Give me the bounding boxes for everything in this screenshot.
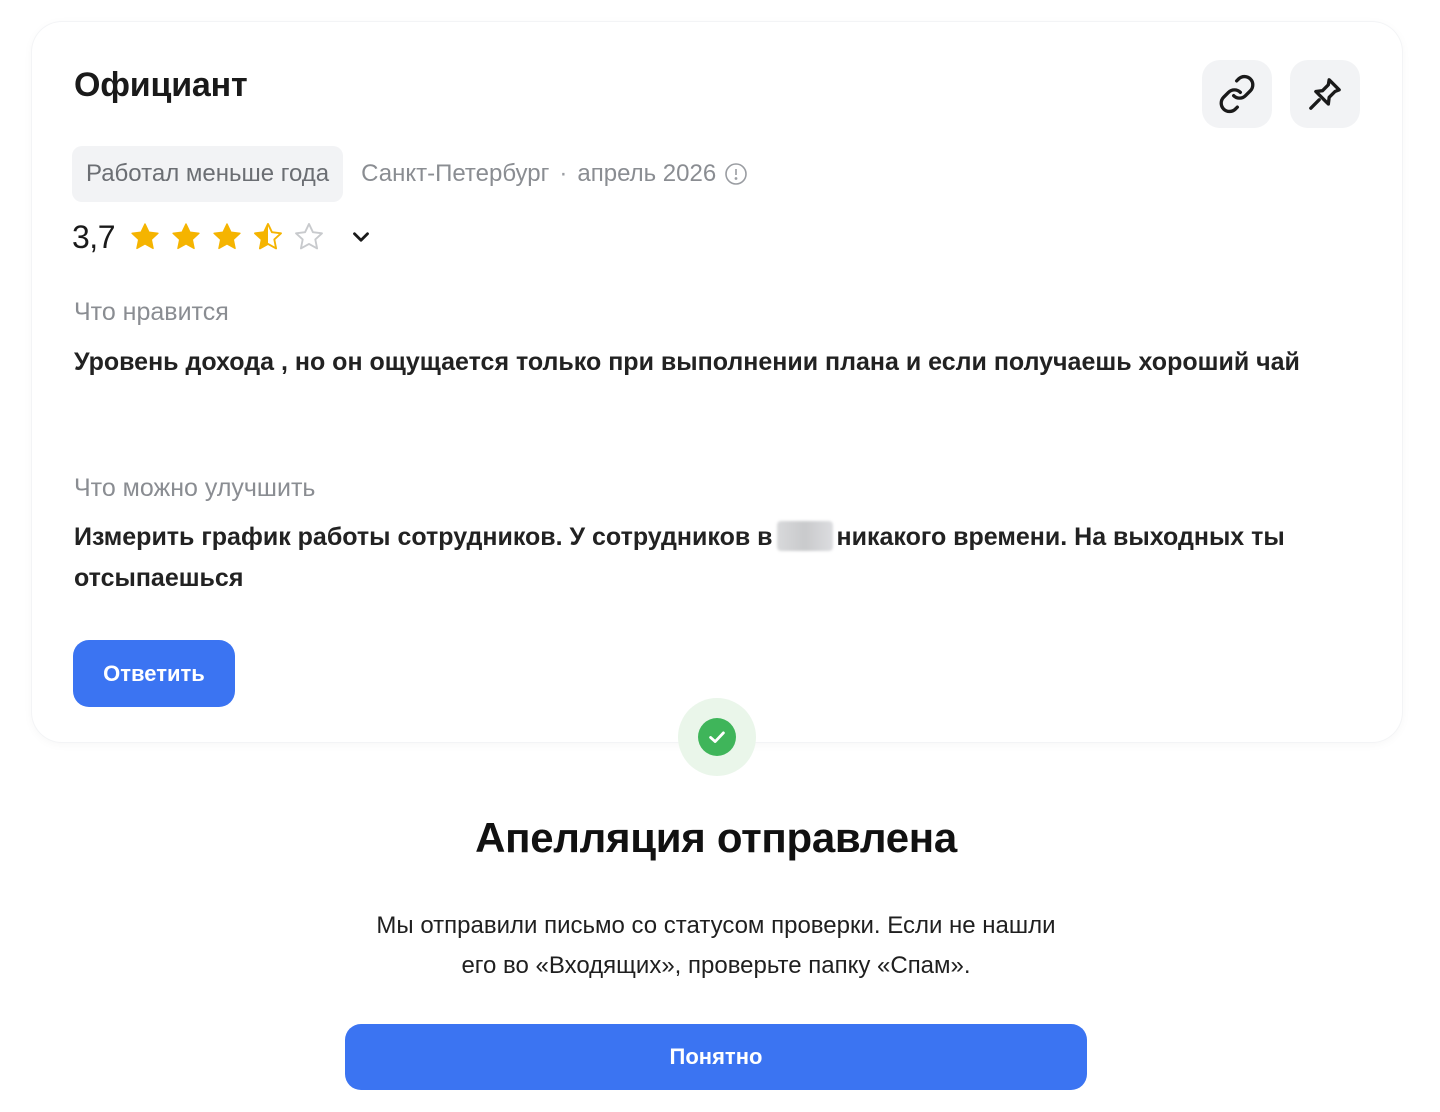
improve-text: Измерить график работы сотрудников. У со… bbox=[74, 517, 1314, 599]
copy-link-button[interactable] bbox=[1202, 60, 1272, 128]
rating-stars bbox=[129, 221, 334, 253]
pin-button[interactable] bbox=[1290, 60, 1360, 128]
star-full-icon bbox=[172, 223, 200, 250]
redacted-text bbox=[776, 521, 833, 551]
improve-text-before: Измерить график работы сотрудников. У со… bbox=[74, 523, 773, 551]
employment-duration-chip: Работал меньше года bbox=[72, 146, 344, 202]
likes-text: Уровень дохода , но он ощущается только … bbox=[74, 348, 1300, 376]
modal-title: Апелляция отправлена bbox=[475, 814, 957, 861]
ok-button[interactable]: Понятно bbox=[345, 1024, 1087, 1090]
improve-label: Что можно улучшить bbox=[74, 474, 316, 502]
star-half-icon bbox=[254, 223, 282, 250]
modal-message: Мы отправили письмо со статусом проверки… bbox=[376, 912, 1056, 979]
pin-icon bbox=[1309, 78, 1341, 110]
link-icon bbox=[1219, 74, 1255, 114]
review-date: апрель 2026 bbox=[577, 160, 717, 187]
review-city: Санкт-Петербург bbox=[361, 160, 550, 187]
meta-separator: · bbox=[559, 160, 568, 187]
likes-label: Что нравится bbox=[74, 298, 229, 326]
job-title: Официант bbox=[74, 66, 248, 104]
page: Официант Работал меньше года Санкт-Петер… bbox=[0, 0, 1440, 1112]
rating-row: 3,7 bbox=[72, 214, 374, 260]
rating-value: 3,7 bbox=[72, 218, 115, 255]
star-empty-icon bbox=[295, 223, 323, 250]
star-full-icon bbox=[213, 223, 241, 250]
info-icon[interactable] bbox=[724, 162, 748, 186]
review-card: Официант Работал меньше года Санкт-Петер… bbox=[32, 22, 1402, 742]
review-location-date: Санкт-Петербург · апрель 2026 bbox=[361, 160, 748, 188]
success-badge bbox=[678, 698, 756, 776]
reply-button[interactable]: Ответить bbox=[73, 640, 235, 707]
star-full-icon bbox=[131, 223, 159, 250]
review-meta: Работал меньше года Санкт-Петербург · ап… bbox=[72, 146, 748, 202]
chevron-down-icon[interactable] bbox=[348, 224, 374, 250]
check-circle-icon bbox=[698, 718, 736, 756]
